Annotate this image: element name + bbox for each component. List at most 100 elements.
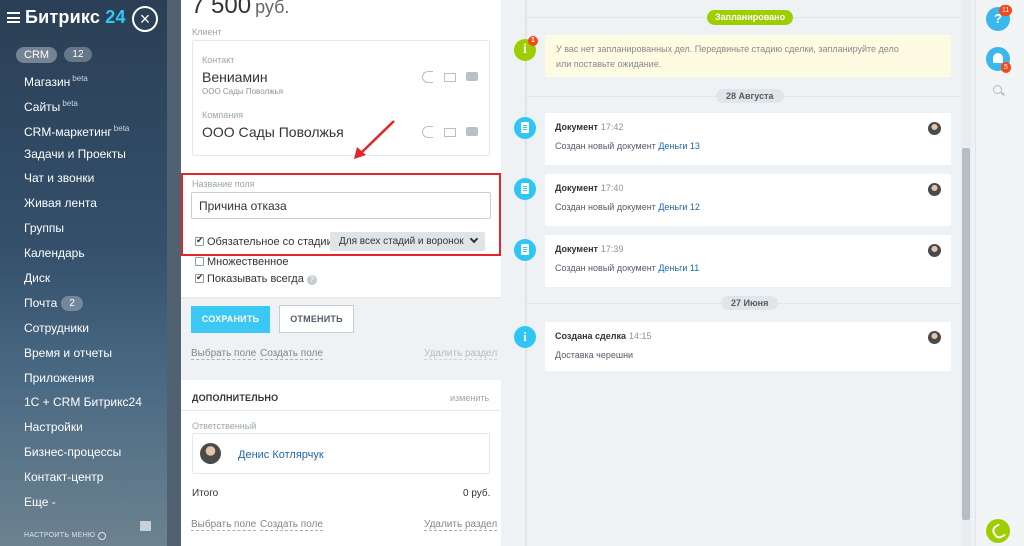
cancel-button[interactable]: ОТМЕНИТЬ bbox=[279, 305, 354, 333]
search-icon[interactable] bbox=[993, 85, 1002, 94]
mail-icon[interactable] bbox=[444, 73, 456, 82]
sidebar-item-calendar[interactable]: Календарь bbox=[0, 241, 167, 266]
client-label: Клиент bbox=[192, 27, 222, 37]
extra-section-title: ДОПОЛНИТЕЛЬНО bbox=[192, 393, 279, 403]
sidebar-item-shop[interactable]: Магазин beta bbox=[0, 67, 167, 92]
total-value: 0 руб. bbox=[463, 488, 491, 499]
configure-menu-link[interactable]: НАСТРОИТЬ МЕНЮ bbox=[24, 532, 95, 539]
chat-icon[interactable] bbox=[466, 127, 478, 136]
save-button[interactable]: СОХРАНИТЬ bbox=[191, 306, 270, 333]
multiple-label: Множественное bbox=[207, 256, 289, 268]
sidebar-item-employees[interactable]: Сотрудники bbox=[0, 316, 167, 341]
phone-icon[interactable] bbox=[422, 71, 433, 83]
gear-icon[interactable] bbox=[98, 532, 106, 540]
responsible-box: Денис Котлярчук bbox=[192, 433, 490, 474]
timeline-event-deal-created[interactable]: Создана сделка 14:15 Доставка черешни bbox=[545, 322, 951, 371]
avatar bbox=[928, 183, 941, 196]
event-title: Документ 17:40 bbox=[555, 183, 623, 193]
sidebar-item-more[interactable]: Еще - bbox=[0, 490, 167, 515]
sidebar-item-crm[interactable]: CRM 12 bbox=[0, 42, 167, 67]
sidebar-item-chat[interactable]: Чат и звонки bbox=[0, 166, 167, 191]
scrollbar-thumb[interactable] bbox=[962, 148, 970, 520]
sidebar-item-disk[interactable]: Диск bbox=[0, 266, 167, 291]
crm-label: CRM bbox=[16, 47, 58, 63]
sidebar-item-contact-center[interactable]: Контакт-центр bbox=[0, 465, 167, 490]
planned-empty-text: У вас нет запланированных дел. Передвинь… bbox=[556, 44, 899, 69]
mail-count: 2 bbox=[61, 296, 83, 312]
help-icon[interactable]: ? bbox=[306, 275, 317, 285]
contact-label: Контакт bbox=[202, 55, 235, 65]
event-title-text: Документ bbox=[555, 183, 598, 193]
help-badge: 11 bbox=[999, 5, 1013, 16]
logo[interactable]: Битрикс 24 bbox=[25, 7, 126, 28]
company-name[interactable]: ООО Сады Поволжья bbox=[202, 124, 344, 140]
info-icon: i bbox=[514, 326, 536, 348]
company-label: Компания bbox=[202, 110, 244, 120]
event-time: 17:39 bbox=[600, 244, 624, 254]
close-icon[interactable]: × bbox=[132, 6, 158, 32]
event-title: Создана сделка 14:15 bbox=[555, 331, 652, 341]
right-panel: ? 11 5 bbox=[975, 0, 1024, 546]
chat-icon[interactable] bbox=[466, 72, 478, 81]
price-currency: руб. bbox=[255, 0, 290, 17]
printer-icon[interactable] bbox=[140, 521, 151, 531]
logo-row: Битрикс 24 × bbox=[0, 0, 167, 36]
burger-icon[interactable] bbox=[7, 12, 20, 23]
select-field-link[interactable]: Выбрать поле bbox=[191, 519, 257, 531]
sidebar-item-crm-marketing[interactable]: CRM-маркетинг beta bbox=[0, 117, 167, 142]
sidebar-item-groups[interactable]: Группы bbox=[0, 216, 167, 241]
date-badge: 28 Августа bbox=[716, 89, 784, 103]
avatar bbox=[928, 331, 941, 344]
sidebar-item-1c[interactable]: 1С + CRM Битрикс24 bbox=[0, 390, 167, 415]
timeline-event[interactable]: Документ 17:42 Создан новый документ День… bbox=[545, 113, 951, 165]
create-field-link[interactable]: Создать поле bbox=[260, 348, 323, 360]
sidebar-item-time-reports[interactable]: Время и отчеты bbox=[0, 341, 167, 366]
contact-name[interactable]: Вениамин bbox=[202, 69, 268, 85]
sidebar-item-sites[interactable]: Сайты beta bbox=[0, 92, 167, 117]
responsible-name[interactable]: Денис Котлярчук bbox=[238, 449, 324, 461]
change-link[interactable]: изменить bbox=[450, 393, 489, 403]
sidebar-item-feed[interactable]: Живая лента bbox=[0, 191, 167, 216]
create-field-link[interactable]: Создать поле bbox=[260, 519, 323, 531]
document-link[interactable]: Деньги 13 bbox=[658, 141, 700, 151]
info-icon: i1 bbox=[514, 36, 538, 61]
main-menu: CRM 12 Магазин beta Сайты beta CRM-маркети… bbox=[0, 42, 167, 515]
multiple-checkbox[interactable] bbox=[195, 257, 204, 266]
event-desc: Создан новый документ Деньги 11 bbox=[555, 263, 699, 273]
notifications-badge: 5 bbox=[1001, 62, 1011, 73]
avatar bbox=[928, 244, 941, 257]
show-always-checkbox[interactable] bbox=[195, 272, 204, 283]
delete-section-link[interactable]: Удалить раздел bbox=[424, 348, 498, 360]
crm-count: 12 bbox=[64, 47, 92, 63]
client-box: Контакт Вениамин ООО Сады Поволжья Компа… bbox=[192, 40, 490, 156]
document-glyph bbox=[521, 244, 529, 255]
event-time: 17:40 bbox=[600, 183, 624, 193]
mail-icon[interactable] bbox=[444, 128, 456, 137]
timeline-event[interactable]: Документ 17:40 Создан новый документ День… bbox=[545, 174, 951, 226]
event-time: 17:42 bbox=[600, 122, 624, 132]
info-badge: 1 bbox=[528, 36, 538, 46]
company-actions bbox=[422, 126, 482, 140]
sidebar-item-settings[interactable]: Настройки bbox=[0, 415, 167, 440]
phone-icon[interactable] bbox=[422, 126, 433, 138]
document-link[interactable]: Деньги 12 bbox=[658, 202, 700, 212]
deal-form: 7 500 руб. Клиент Контакт Вениамин ООО Са… bbox=[181, 0, 501, 546]
event-title-text: Создана сделка bbox=[555, 331, 626, 341]
sidebar-item-mail[interactable]: Почта 2 bbox=[0, 291, 167, 316]
sidebar-item-bizproc[interactable]: Бизнес-процессы bbox=[0, 440, 167, 465]
sidebar-item-apps[interactable]: Приложения bbox=[0, 366, 167, 391]
deal-price: 7 500 руб. bbox=[191, 0, 289, 20]
sidebar-item-tasks[interactable]: Задачи и Проекты bbox=[0, 142, 167, 167]
select-field-link[interactable]: Выбрать поле bbox=[191, 348, 257, 360]
document-icon bbox=[514, 178, 536, 200]
document-link[interactable]: Деньги 11 bbox=[658, 263, 699, 273]
multiple-row: Множественное bbox=[195, 256, 288, 268]
timeline-event[interactable]: Документ 17:39 Создан новый документ День… bbox=[545, 235, 951, 287]
delete-section-link[interactable]: Удалить раздел bbox=[424, 519, 498, 531]
sidebar-item-label: Почта bbox=[24, 295, 58, 310]
phone-call-icon[interactable] bbox=[986, 519, 1010, 543]
avatar bbox=[200, 443, 221, 464]
arrow-shaft bbox=[359, 120, 395, 155]
date-badge: 27 Июня bbox=[721, 296, 779, 310]
event-desc: Создан новый документ Деньги 13 bbox=[555, 141, 700, 151]
